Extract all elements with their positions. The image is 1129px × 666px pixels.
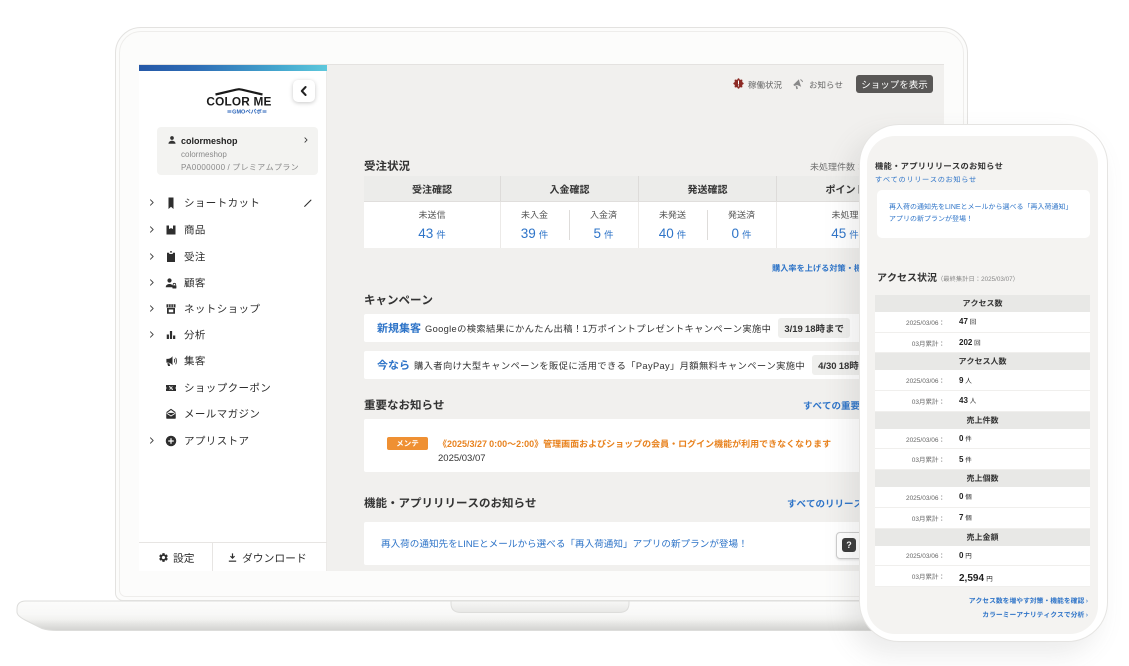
svg-text:≡GMOペパボ≡: ≡GMOペパボ≡ — [227, 108, 268, 116]
svg-text:COLOR ME: COLOR ME — [206, 95, 271, 109]
